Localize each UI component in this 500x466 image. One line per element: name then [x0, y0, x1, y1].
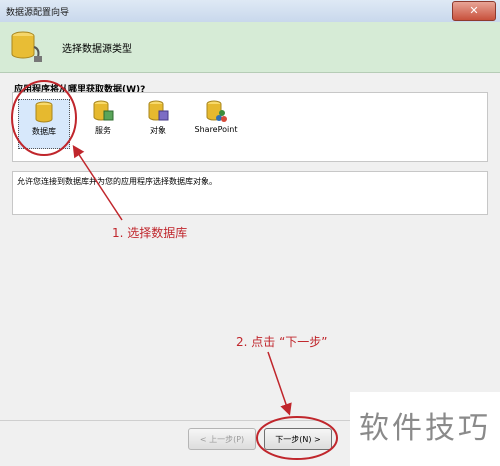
prev-button[interactable]: < 上一步(P) — [188, 428, 256, 450]
annotation-step-1: 1. 选择数据库 — [112, 226, 188, 240]
annotation-step-2: 2. 点击 “下一步” — [236, 335, 328, 349]
page-title: 选择数据源类型 — [62, 44, 132, 55]
option-label: SharePoint — [194, 125, 238, 134]
option-object[interactable]: 对象 — [133, 99, 183, 147]
wizard-header: 选择数据源类型 — [0, 22, 500, 73]
sharepoint-icon — [206, 100, 227, 122]
arrow-step-2 — [267, 351, 292, 416]
object-icon — [148, 100, 169, 121]
option-service[interactable]: 服务 — [78, 99, 128, 147]
source-type-list: 数据库 服务 对象 SharePoint — [12, 92, 488, 162]
description-text: 允许您连接到数据库并为您的应用程序选择数据库对象。 — [17, 177, 217, 186]
database-icon — [35, 101, 53, 123]
close-icon: ✕ — [469, 4, 479, 17]
option-label: 对象 — [150, 126, 166, 135]
option-label: 服务 — [95, 126, 111, 135]
next-button[interactable]: 下一步(N) > — [264, 428, 332, 450]
option-label: 数据库 — [32, 127, 56, 136]
option-sharepoint[interactable]: SharePoint — [185, 99, 247, 147]
window-title: 数据源配置向导 — [6, 8, 70, 18]
description-box: 允许您连接到数据库并为您的应用程序选择数据库对象。 — [12, 171, 488, 215]
title-bar: 数据源配置向导 ✕ — [0, 0, 500, 23]
service-icon — [93, 100, 114, 121]
option-database[interactable]: 数据库 — [18, 99, 70, 149]
database-plug-icon — [11, 31, 42, 62]
close-button[interactable]: ✕ — [452, 1, 496, 21]
watermark: 软件技巧 — [350, 392, 500, 466]
